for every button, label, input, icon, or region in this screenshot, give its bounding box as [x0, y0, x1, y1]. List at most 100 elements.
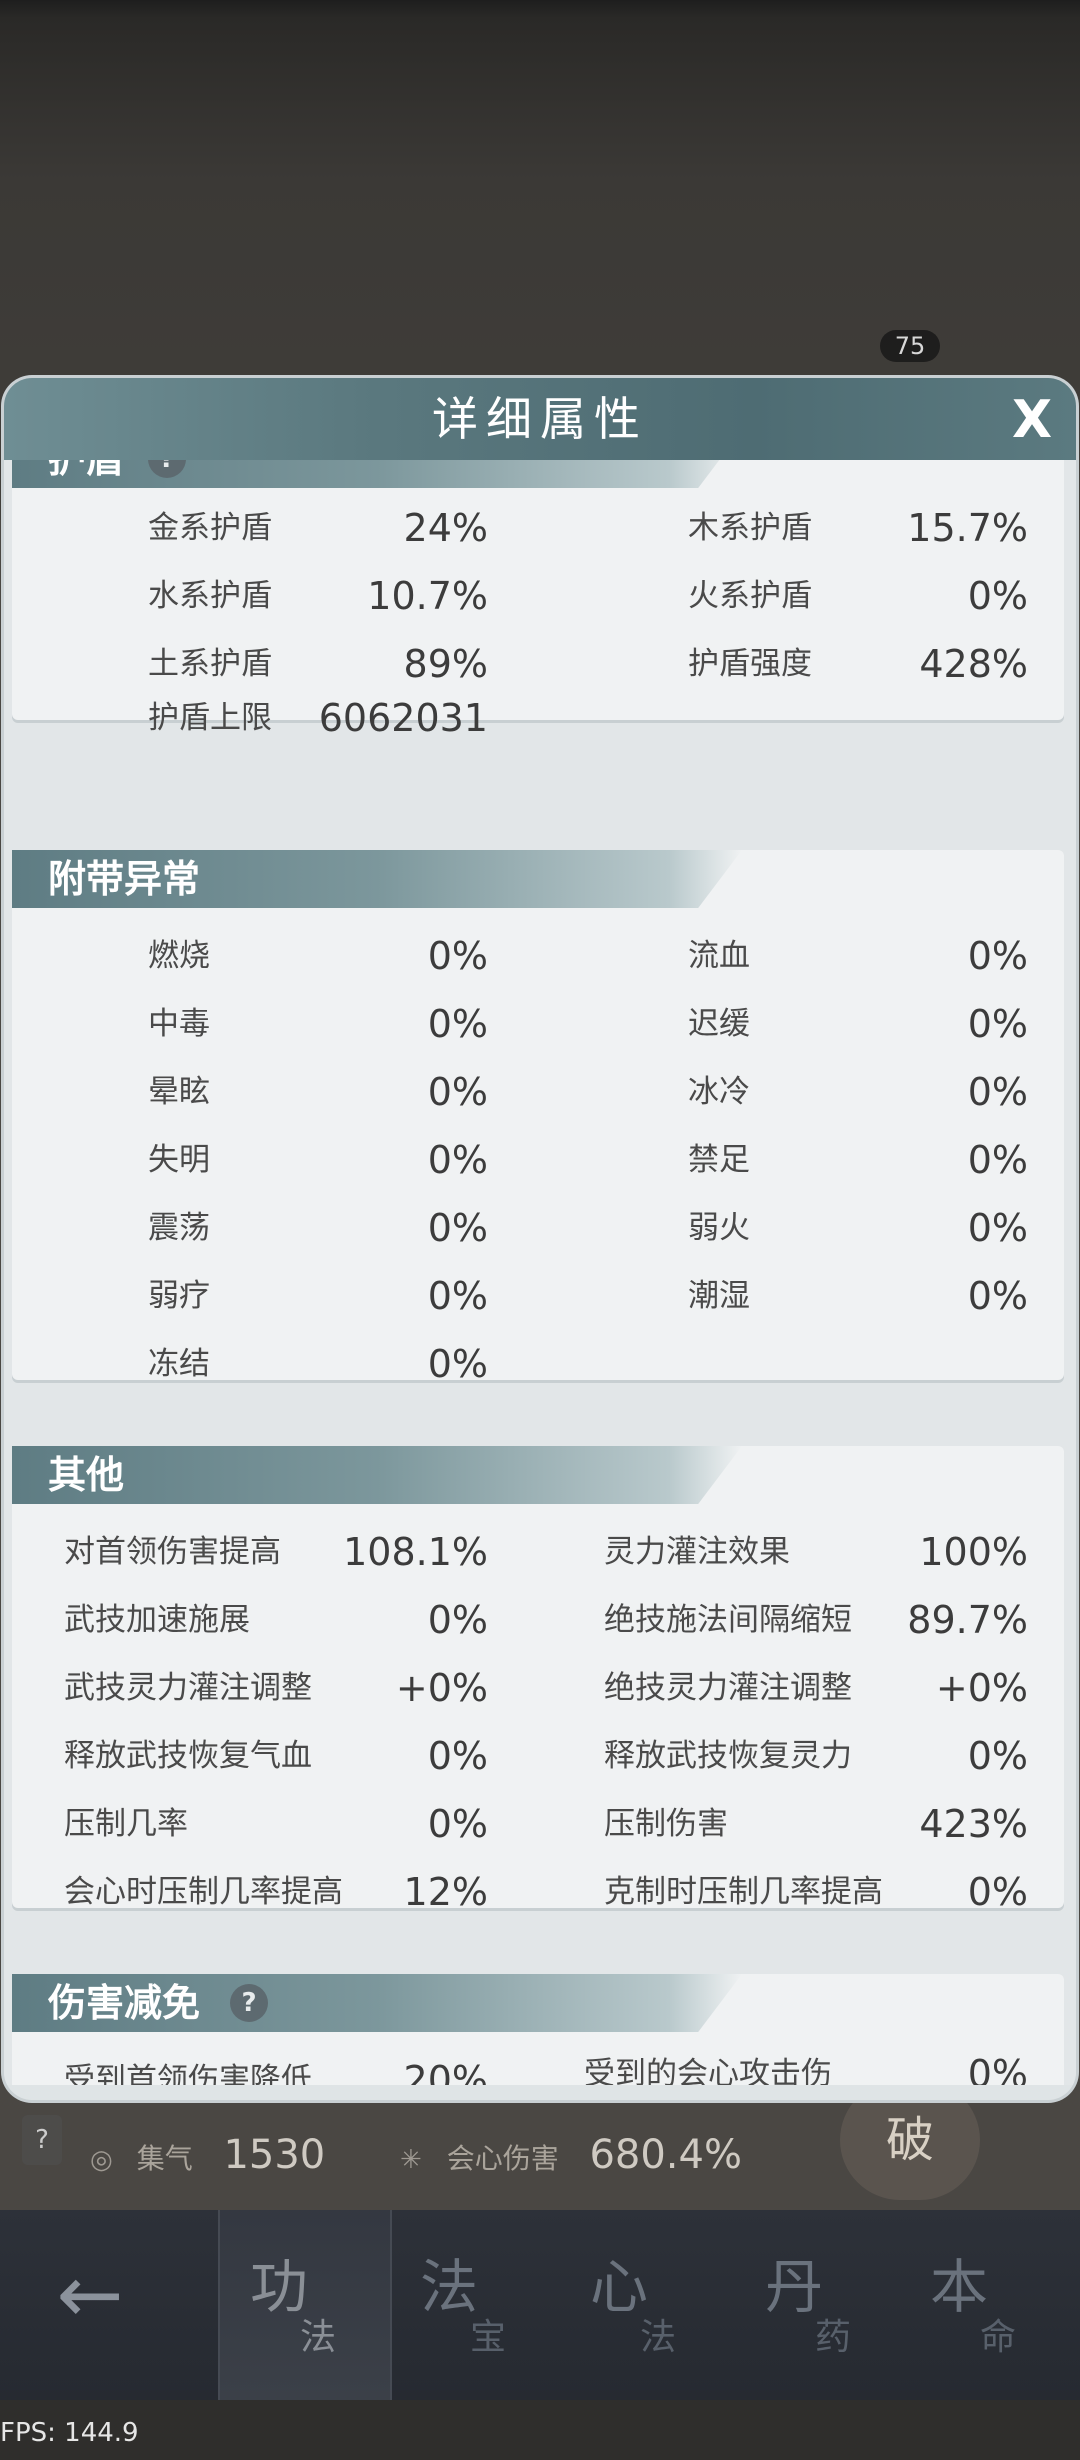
stat-boss-damage-taken: 受到首领伤害降低 20% [64, 2050, 488, 2085]
section-shield: 护盾 ? 金系护盾 24% 木系护盾 15.7% 水系护盾 10.7% 火系护盾… [12, 460, 1064, 740]
stat-label: 压制几率 [64, 1806, 188, 1842]
stat-infusion-effect: 灵力灌注效果 100% [604, 1522, 1028, 1582]
stat-label: 绝技灵力灌注调整 [604, 1670, 852, 1706]
stat-value: 0% [427, 1734, 488, 1778]
stat-value: 0% [967, 1870, 1028, 1914]
stat-label: 冻结 [148, 1346, 210, 1382]
stat-label: 武技加速施展 [64, 1602, 250, 1638]
section-title: 护盾 [48, 460, 124, 488]
tab-char-sub: 宝 [470, 2317, 507, 2358]
stat-value: 0% [967, 1274, 1028, 1318]
stat-blind: 失明 0% [148, 1130, 488, 1190]
stat-earth-shield: 土系护盾 89% [148, 634, 488, 694]
stat-value: 12% [403, 1870, 488, 1914]
stat-value: 24% [403, 506, 488, 550]
stat-value: 15.7% [907, 506, 1028, 550]
stat-skill-haste: 武技加速施展 0% [64, 1590, 488, 1650]
stat-label: 绝技施法间隔缩短 [604, 1602, 852, 1638]
tab-fabao[interactable]: 法 宝 [390, 2210, 560, 2400]
stat-weak-heal: 弱疗 0% [148, 1266, 488, 1326]
tab-char-sub: 法 [640, 2317, 677, 2358]
stat-label: 冰冷 [688, 1074, 750, 1110]
stat-label: 金系护盾 [148, 510, 272, 546]
stat-label: 对首领伤害提高 [64, 1534, 281, 1570]
stat-crit-damage-taken: 受到的会心攻击伤 0% [584, 2044, 1028, 2085]
stat-value: 0% [427, 1002, 488, 1046]
stat-counter-suppress-chance: 克制时压制几率提高 0% [604, 1862, 1028, 1922]
stat-shock: 震荡 0% [148, 1198, 488, 1258]
stat-poison: 中毒 0% [148, 994, 488, 1054]
stat-label: 潮湿 [688, 1278, 750, 1314]
stat-value: 89.7% [907, 1598, 1028, 1642]
back-arrow-icon[interactable]: ← [40, 2250, 140, 2340]
stat-value: 423% [919, 1802, 1028, 1846]
stat-label: 流血 [688, 938, 750, 974]
stat-label: 武技灵力灌注调整 [64, 1670, 312, 1706]
stat-label: 受到首领伤害降低 [64, 2062, 312, 2085]
stat-suppress-damage: 压制伤害 423% [604, 1794, 1028, 1854]
tab-gongfa[interactable]: 功 法 [218, 2210, 392, 2400]
stat-burn: 燃烧 0% [148, 926, 488, 986]
stat-label: 土系护盾 [148, 646, 272, 682]
tab-danyao[interactable]: 丹 药 [735, 2210, 905, 2400]
stat-skill-infusion-adjust: 武技灵力灌注调整 +0% [64, 1658, 488, 1718]
tab-benming[interactable]: 本 命 [900, 2210, 1070, 2400]
stat-label: 会心时压制几率提高 [64, 1874, 343, 1910]
stat-crit-suppress-chance: 会心时压制几率提高 12% [64, 1862, 488, 1922]
stat-value: 0% [967, 1138, 1028, 1182]
damage-reduction-help-icon[interactable]: ? [230, 1984, 268, 2022]
stat-value: 0% [427, 1070, 488, 1114]
stat-value: 0% [967, 1734, 1028, 1778]
background-stat-label: 集气 [136, 2142, 193, 2175]
stat-shield-strength: 护盾强度 428% [688, 634, 1028, 694]
stat-value: 0% [427, 1274, 488, 1318]
stat-skill-heal-hp: 释放武技恢复气血 0% [64, 1726, 488, 1786]
stat-label: 中毒 [148, 1006, 210, 1042]
stat-value: 0% [427, 1802, 488, 1846]
stat-label: 受到的会心攻击伤 [584, 2056, 832, 2085]
section-title: 附带异常 [48, 856, 201, 901]
stat-value: 0% [427, 1342, 488, 1386]
stat-label: 释放武技恢复灵力 [604, 1738, 852, 1774]
stat-value: 0% [967, 1002, 1028, 1046]
tab-char-sub: 法 [300, 2317, 337, 2358]
tab-char-sub: 命 [980, 2317, 1017, 2358]
dialog-title: 详细属性 [432, 392, 648, 446]
stat-value: 100% [919, 1530, 1028, 1574]
background-stat-value: 680.4% [589, 2132, 742, 2178]
stat-value: 0% [427, 1206, 488, 1250]
stat-value: 108.1% [343, 1530, 488, 1574]
dialog-header: 详细属性 X [4, 378, 1076, 460]
bottom-nav: ← 功 法 法 宝 心 法 丹 药 本 命 [0, 2210, 1080, 2400]
stat-value: 10.7% [367, 574, 488, 618]
stat-bleed: 流血 0% [688, 926, 1028, 986]
attributes-scroll-area[interactable]: 护盾 ? 金系护盾 24% 木系护盾 15.7% 水系护盾 10.7% 火系护盾… [4, 460, 1076, 2085]
section-abnormal: 附带异常 燃烧 0% 流血 0% 中毒 0% 迟缓 0% 晕眩 0% 冰冷 0%… [12, 850, 1064, 1386]
level-badge: 75 [880, 330, 940, 362]
stat-label: 失明 [148, 1142, 210, 1178]
stat-value: 0% [427, 1598, 488, 1642]
stat-label: 释放武技恢复气血 [64, 1738, 312, 1774]
stat-label: 迟缓 [688, 1006, 750, 1042]
detail-attributes-dialog: 详细属性 X 护盾 ? 金系护盾 24% 木系护盾 15.7% 水系护盾 10.… [4, 378, 1076, 2100]
stat-value: 20% [403, 2058, 488, 2085]
star-burst-icon: ✳ [400, 2145, 422, 2175]
stat-value: 89% [403, 642, 488, 686]
stat-label: 禁足 [688, 1142, 750, 1178]
stat-label: 木系护盾 [688, 510, 812, 546]
stat-shield-cap: 护盾上限 6062031 [148, 688, 488, 748]
section-title: 其他 [48, 1452, 125, 1497]
stat-weak-fire: 弱火 0% [688, 1198, 1028, 1258]
background-stat-crit-damage: ✳ 会心伤害 680.4% [400, 2130, 742, 2180]
stat-skill-heal-mana: 释放武技恢复灵力 0% [604, 1726, 1028, 1786]
background-stat-jiqi: ◎ 集气 1530 [90, 2130, 325, 2180]
close-button[interactable]: X [1004, 392, 1060, 448]
stat-label: 水系护盾 [148, 578, 272, 614]
stat-value: 0% [427, 1138, 488, 1182]
stat-stun: 晕眩 0% [148, 1062, 488, 1122]
stat-value: 0% [967, 934, 1028, 978]
stat-value: 0% [967, 1206, 1028, 1250]
stat-label: 护盾上限 [148, 700, 272, 736]
tab-xinfa[interactable]: 心 法 [560, 2210, 730, 2400]
background-stat-label: 会心伤害 [446, 2142, 559, 2175]
